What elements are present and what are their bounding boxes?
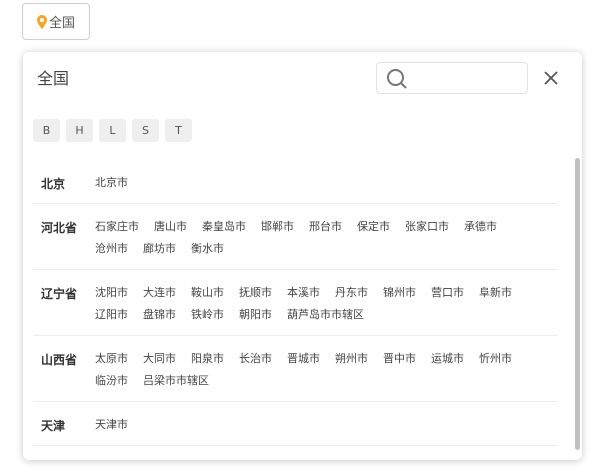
city-link[interactable]: 邢台市 <box>309 216 342 238</box>
letter-index: B H L S T <box>33 119 198 142</box>
city-link[interactable]: 衡水市 <box>191 238 224 260</box>
city-link[interactable]: 锦州市 <box>383 282 416 304</box>
city-link[interactable]: 临汾市 <box>95 370 128 392</box>
city-link[interactable]: 朔州市 <box>335 348 368 370</box>
province-name: 北京 <box>41 177 66 191</box>
city-link[interactable]: 盘锦市 <box>143 304 176 326</box>
letter-tab-s[interactable]: S <box>132 119 159 142</box>
city-link[interactable]: 唐山市 <box>154 216 187 238</box>
scrollbar-thumb[interactable] <box>575 158 580 450</box>
city-link[interactable]: 本溪市 <box>287 282 320 304</box>
province-row-hebei: 河北省 石家庄市 唐山市 秦皇岛市 邯郸市 邢台市 保定市 张家口市 承德市 沧… <box>33 204 557 270</box>
city-link[interactable]: 朝阳市 <box>239 304 272 326</box>
city-link[interactable]: 北京市 <box>95 172 128 194</box>
city-link[interactable]: 保定市 <box>357 216 390 238</box>
city-link[interactable]: 廊坊市 <box>143 238 176 260</box>
province-name: 辽宁省 <box>41 287 78 301</box>
search-icon <box>387 69 407 89</box>
close-icon[interactable] <box>542 69 560 87</box>
province-row-liaoning: 辽宁省 沈阳市 大连市 鞍山市 抚顺市 本溪市 丹东市 锦州市 营口市 阜新市 … <box>33 270 557 336</box>
city-link[interactable]: 运城市 <box>431 348 464 370</box>
province-list: 北京 北京市 河北省 石家庄市 唐山市 秦皇岛市 邯郸市 邢台市 保定市 张家口… <box>23 160 573 446</box>
province-name: 天津 <box>41 419 66 433</box>
city-link[interactable]: 石家庄市 <box>95 216 139 238</box>
city-link[interactable]: 邯郸市 <box>261 216 294 238</box>
city-link[interactable]: 大同市 <box>143 348 176 370</box>
city-link[interactable]: 阜新市 <box>479 282 512 304</box>
province-row-tianjin: 天津 天津市 <box>33 402 557 446</box>
city-link[interactable]: 吕梁市市辖区 <box>143 370 209 392</box>
letter-tab-t[interactable]: T <box>165 119 192 142</box>
city-link[interactable]: 太原市 <box>95 348 128 370</box>
location-pin-icon <box>36 14 47 29</box>
city-list: 沈阳市 大连市 鞍山市 抚顺市 本溪市 丹东市 锦州市 营口市 阜新市 辽阳市 … <box>95 282 555 326</box>
region-picker-panel: 全国 B H L S T 北京 北京市 河北省 石家庄市 唐山市 秦皇岛市 邯郸… <box>23 52 582 460</box>
search-box[interactable] <box>376 62 528 94</box>
city-link[interactable]: 沧州市 <box>95 238 128 260</box>
city-link[interactable]: 忻州市 <box>479 348 512 370</box>
city-link[interactable]: 抚顺市 <box>239 282 272 304</box>
region-select-label: 全国 <box>48 16 75 31</box>
letter-tab-b[interactable]: B <box>33 119 60 142</box>
panel-title: 全国 <box>37 69 70 88</box>
city-link[interactable]: 阳泉市 <box>191 348 224 370</box>
city-link[interactable]: 葫芦岛市市辖区 <box>287 304 364 326</box>
city-link[interactable]: 沈阳市 <box>95 282 128 304</box>
city-link[interactable]: 鞍山市 <box>191 282 224 304</box>
city-link[interactable]: 承德市 <box>464 216 497 238</box>
province-row-shanxi: 山西省 太原市 大同市 阳泉市 长治市 晋城市 朔州市 晋中市 运城市 忻州市 … <box>33 336 557 402</box>
city-list: 北京市 <box>95 172 555 194</box>
city-link[interactable]: 辽阳市 <box>95 304 128 326</box>
city-link[interactable]: 晋中市 <box>383 348 416 370</box>
city-link[interactable]: 张家口市 <box>405 216 449 238</box>
city-link[interactable]: 天津市 <box>95 414 128 436</box>
province-name: 河北省 <box>41 221 78 235</box>
city-list: 太原市 大同市 阳泉市 长治市 晋城市 朔州市 晋中市 运城市 忻州市 临汾市 … <box>95 348 555 392</box>
city-link[interactable]: 营口市 <box>431 282 464 304</box>
search-input[interactable] <box>413 67 525 91</box>
letter-tab-l[interactable]: L <box>99 119 126 142</box>
city-link[interactable]: 长治市 <box>239 348 272 370</box>
province-row-beijing: 北京 北京市 <box>33 160 557 204</box>
city-link[interactable]: 铁岭市 <box>191 304 224 326</box>
letter-tab-h[interactable]: H <box>66 119 93 142</box>
city-link[interactable]: 大连市 <box>143 282 176 304</box>
region-select-button[interactable]: 全国 <box>22 3 90 40</box>
city-list: 石家庄市 唐山市 秦皇岛市 邯郸市 邢台市 保定市 张家口市 承德市 沧州市 廊… <box>95 216 555 260</box>
city-link[interactable]: 秦皇岛市 <box>202 216 246 238</box>
province-name: 山西省 <box>41 353 78 367</box>
city-link[interactable]: 丹东市 <box>335 282 368 304</box>
city-link[interactable]: 晋城市 <box>287 348 320 370</box>
city-list: 天津市 <box>95 414 555 436</box>
